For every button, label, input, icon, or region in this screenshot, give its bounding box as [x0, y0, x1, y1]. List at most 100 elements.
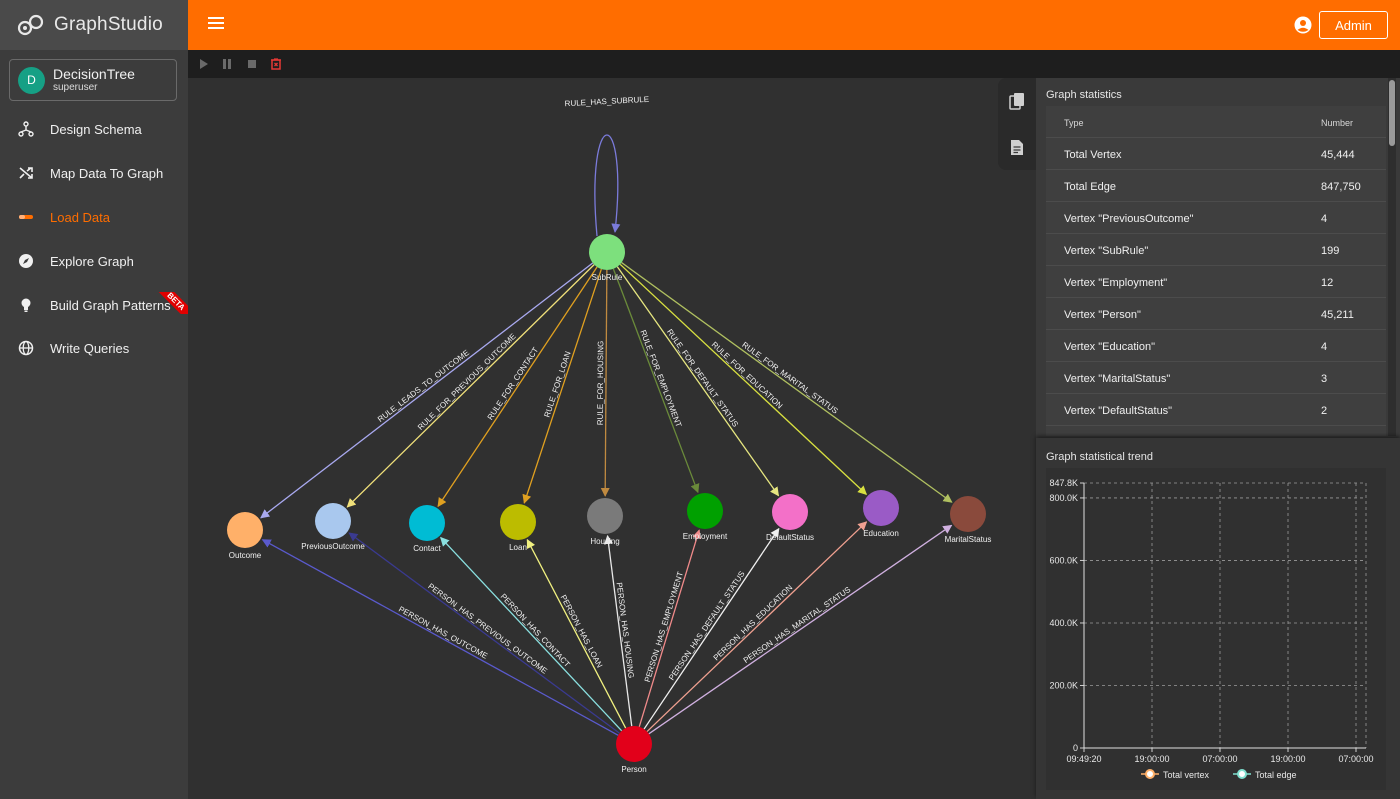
column-header-type: Type	[1064, 118, 1084, 128]
admin-button[interactable]: Admin	[1319, 11, 1388, 39]
panel-switcher	[998, 78, 1036, 170]
nav-write-queries[interactable]: Write Queries	[0, 328, 188, 368]
graph-node[interactable]: MaritalStatus	[945, 496, 992, 544]
graph-node[interactable]: PreviousOutcome	[301, 503, 365, 551]
edge-line[interactable]	[522, 268, 602, 504]
load-bar-icon	[18, 209, 34, 225]
y-tick-label: 0	[1073, 743, 1078, 753]
graph-node[interactable]: Outcome	[227, 512, 263, 560]
node-circle[interactable]	[616, 726, 652, 762]
stats-scrollbar[interactable]	[1388, 78, 1396, 436]
nav-label: Load Data	[50, 209, 110, 225]
table-row: Vertex "SubRule" 199	[1046, 234, 1386, 266]
user-card[interactable]: D DecisionTree superuser	[9, 59, 177, 101]
stop-icon[interactable]	[246, 58, 258, 70]
stats-title: Graph statistics	[1046, 89, 1122, 101]
table-row: Total Edge 847,750	[1046, 170, 1386, 202]
nav-design-schema[interactable]: Design Schema	[0, 109, 188, 149]
scrollbar-thumb[interactable]	[1389, 80, 1395, 146]
node-circle[interactable]	[409, 505, 445, 541]
lightbulb-icon	[18, 297, 34, 313]
row-type: Vertex "Education"	[1064, 341, 1155, 353]
edge-line[interactable]	[600, 269, 610, 497]
node-label: Loan	[509, 543, 527, 552]
node-circle[interactable]	[587, 498, 623, 534]
clear-data-icon[interactable]	[270, 58, 282, 70]
shuffle-icon	[18, 165, 34, 181]
brand[interactable]: GraphStudio	[0, 0, 188, 50]
row-type: Vertex "SubRule"	[1064, 245, 1149, 257]
legend-item[interactable]: Total edge	[1233, 769, 1297, 780]
row-type: Vertex "MaritalStatus"	[1064, 373, 1171, 385]
graph-node[interactable]: Employment	[683, 493, 728, 541]
node-label: SubRule	[592, 273, 623, 282]
legend-marker	[1237, 769, 1247, 779]
table-row: Total Vertex 45,444	[1046, 138, 1386, 170]
node-circle[interactable]	[772, 494, 808, 530]
node-label: Outcome	[229, 551, 262, 560]
edge-line[interactable]	[621, 262, 953, 503]
schema-graph[interactable]: RULE_HAS_SUBRULERULE_LEADS_TO_OUTCOMERUL…	[188, 78, 1036, 799]
node-label: Person	[621, 765, 646, 774]
beta-badge: BETA	[148, 292, 192, 314]
nav-label: Write Queries	[50, 340, 130, 356]
edge-line[interactable]	[648, 524, 953, 735]
brand-suffix: Studio	[107, 14, 163, 35]
node-label: DefaultStatus	[766, 533, 814, 542]
log-tab[interactable]	[998, 124, 1036, 170]
graph-node[interactable]: Person	[616, 726, 652, 774]
legend-item[interactable]: Total vertex	[1141, 769, 1210, 780]
edge-label: PERSON_HAS_HOUSING	[615, 582, 636, 679]
edge-label: RULE_FOR_LOAN	[543, 350, 573, 418]
edge-line[interactable]	[440, 536, 623, 732]
edge-line[interactable]	[646, 521, 868, 733]
row-number: 847,750	[1321, 181, 1361, 193]
edge-line[interactable]	[261, 539, 619, 736]
app-root: GraphStudio D DecisionTree superuser Des…	[0, 0, 1400, 799]
edge-label: RULE_FOR_HOUSING	[596, 341, 606, 426]
y-tick-label: 400.0K	[1049, 618, 1078, 628]
graph-node[interactable]: Education	[863, 490, 899, 538]
node-circle[interactable]	[227, 512, 263, 548]
node-label: Contact	[413, 544, 441, 553]
node-circle[interactable]	[315, 503, 351, 539]
globe-icon	[18, 340, 34, 356]
row-type: Total Edge	[1064, 181, 1116, 193]
graph-canvas[interactable]: RULE_HAS_SUBRULE RULE_LEADS_TO_OUTCOME RUL…	[188, 78, 1036, 799]
node-circle[interactable]	[500, 504, 536, 540]
x-tick-label: 19:00:00	[1270, 754, 1305, 764]
account-circle-icon[interactable]	[1294, 16, 1312, 34]
graph-node[interactable]: Contact	[409, 505, 445, 553]
row-type: Vertex "PreviousOutcome"	[1064, 213, 1194, 225]
play-icon[interactable]	[198, 58, 210, 70]
trend-title: Graph statistical trend	[1046, 451, 1153, 463]
nav-map-data[interactable]: Map Data To Graph	[0, 153, 188, 193]
pause-icon[interactable]	[221, 58, 233, 70]
row-type: Vertex "Employment"	[1064, 277, 1168, 289]
trend-chart-svg: 09:49:20 19:00:00 07:00:00 19:00:00 07:00:00…	[1049, 478, 1373, 780]
node-circle[interactable]	[863, 490, 899, 526]
node-circle[interactable]	[950, 496, 986, 532]
y-tick-label: 200.0K	[1049, 680, 1078, 690]
user-role: superuser	[53, 81, 98, 93]
table-row: Vertex "PreviousOutcome" 4	[1046, 202, 1386, 234]
graph-node[interactable]: DefaultStatus	[766, 494, 814, 542]
edge-line[interactable]	[612, 268, 700, 494]
edge-line[interactable]	[260, 262, 594, 519]
node-circle[interactable]	[589, 234, 625, 270]
graph-node[interactable]: Housing	[587, 498, 623, 546]
edge-line[interactable]	[638, 529, 702, 727]
nav-load-data[interactable]: Load Data	[0, 197, 188, 237]
column-header-number: Number	[1321, 118, 1354, 128]
row-type: Vertex "Person"	[1064, 309, 1141, 321]
legend-label: Total vertex	[1163, 770, 1210, 780]
edge-line[interactable]	[594, 134, 621, 237]
y-tick-label: 847.8K	[1049, 478, 1078, 488]
nav-explore-graph[interactable]: Explore Graph	[0, 241, 188, 281]
row-number: 12	[1321, 277, 1334, 289]
statistics-tab[interactable]	[998, 78, 1036, 124]
node-circle[interactable]	[687, 493, 723, 529]
x-tick-label: 07:00:00	[1338, 754, 1373, 764]
graph-node[interactable]: SubRule	[589, 234, 625, 282]
hamburger-menu-icon[interactable]	[208, 17, 224, 33]
